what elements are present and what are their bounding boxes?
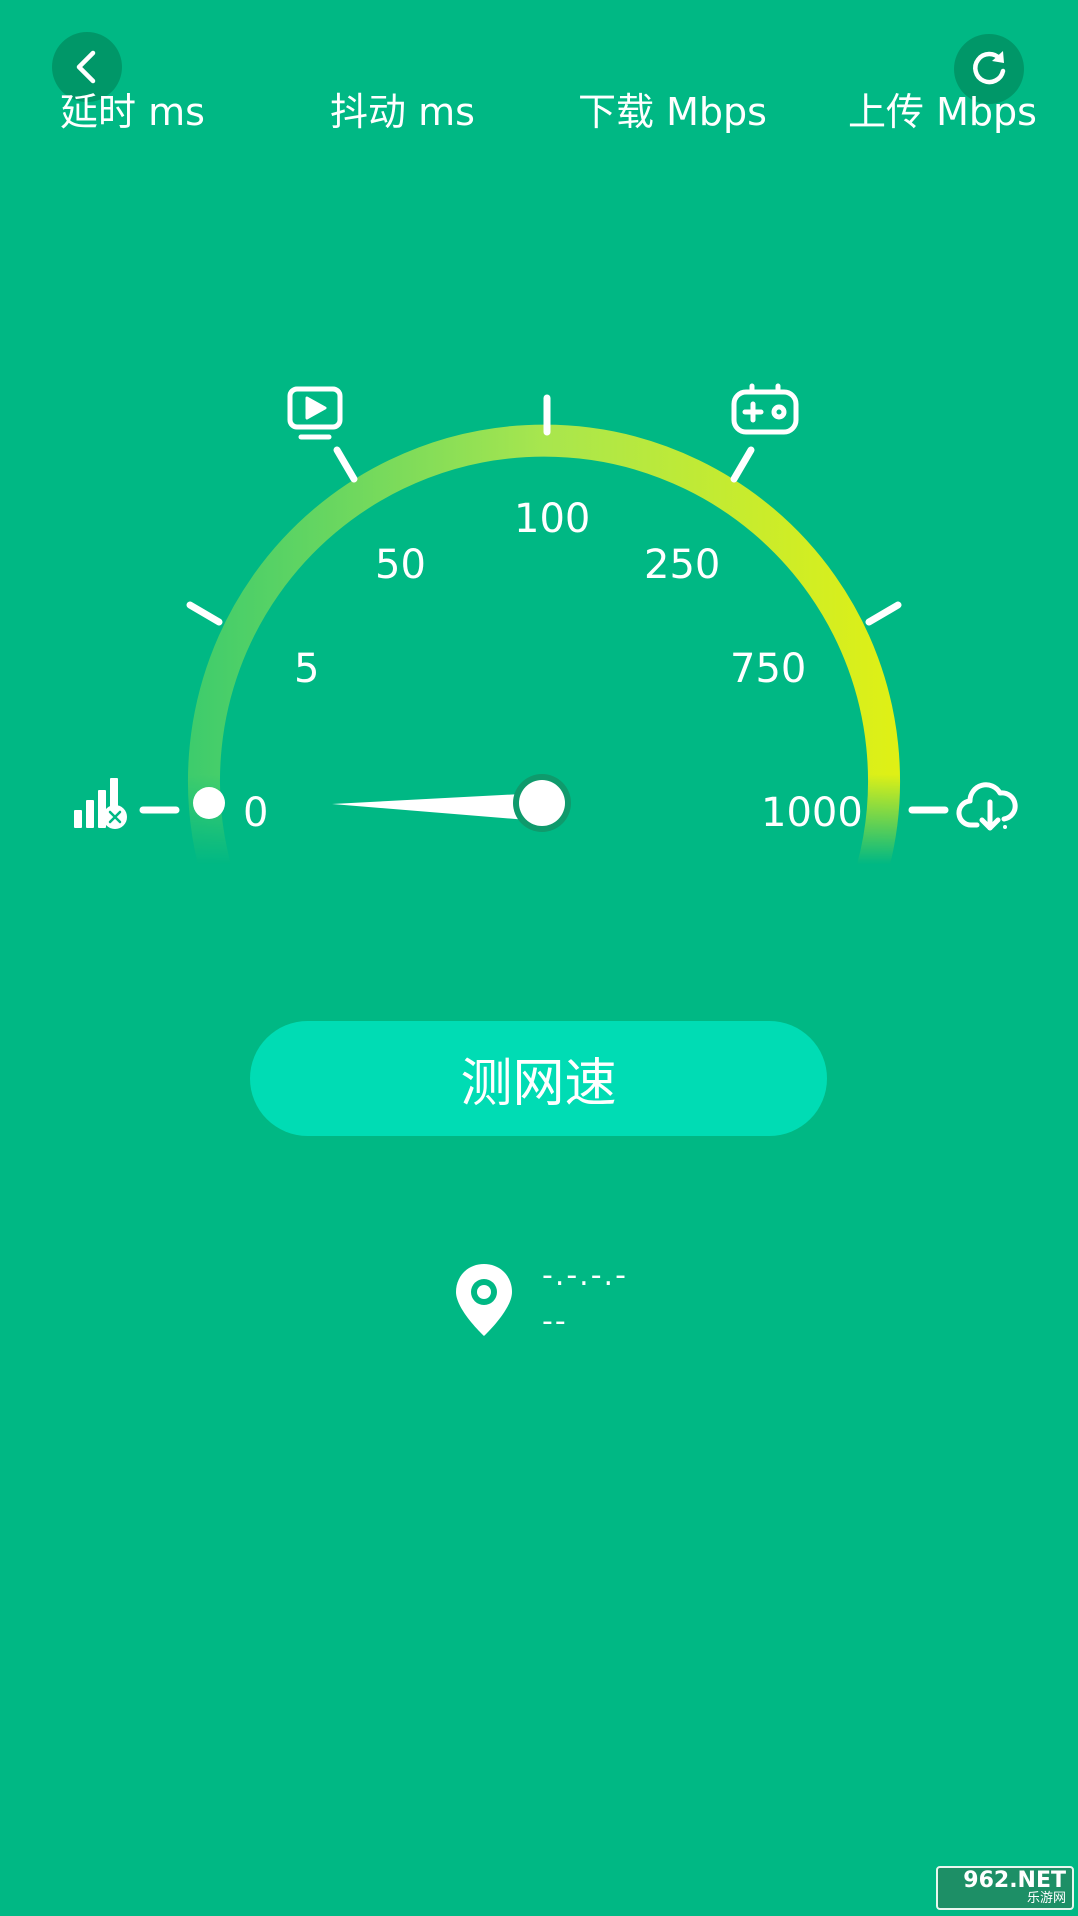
latency-label: 延时 ms (60, 90, 205, 134)
scale-label-250: 250 (644, 542, 720, 588)
download-speed-label: 下载 Mbps (578, 90, 767, 134)
speed-gauge: 0 5 50 100 250 750 1000 (74, 383, 1018, 902)
scale-label-5: 5 (294, 646, 319, 692)
cloud-download-icon (956, 782, 1018, 831)
upload-speed-label: 上传 Mbps (848, 90, 1037, 134)
location-line-2: -- (542, 1304, 568, 1339)
scale-label-1000: 1000 (761, 790, 863, 836)
test-speed-button[interactable]: 测网速 (250, 1021, 827, 1136)
gauge-needle (332, 774, 571, 832)
location-pin-icon (456, 1264, 512, 1336)
scale-label-100: 100 (514, 496, 590, 542)
gauge-start-dot (193, 787, 225, 819)
jitter-label: 抖动 ms (330, 90, 475, 134)
scale-label-50: 50 (375, 542, 426, 588)
watermark-site-name: 乐游网 (1026, 1891, 1066, 1906)
gamepad-icon (731, 383, 799, 435)
gauge-tick (333, 446, 358, 483)
scale-label-750: 750 (730, 646, 806, 692)
watermark-logo-text: 962.NET (963, 1868, 1066, 1893)
video-play-icon (287, 386, 343, 440)
signal-off-icon (74, 778, 127, 829)
location-line-1: -.-.-.- (542, 1258, 628, 1293)
gauge-tick (730, 446, 755, 483)
gauge-tick (186, 601, 223, 626)
scale-label-0: 0 (243, 790, 268, 836)
gauge-tick (865, 601, 902, 626)
site-watermark: 962.NET 乐游网 (936, 1866, 1074, 1910)
chevron-left-icon (76, 50, 96, 84)
